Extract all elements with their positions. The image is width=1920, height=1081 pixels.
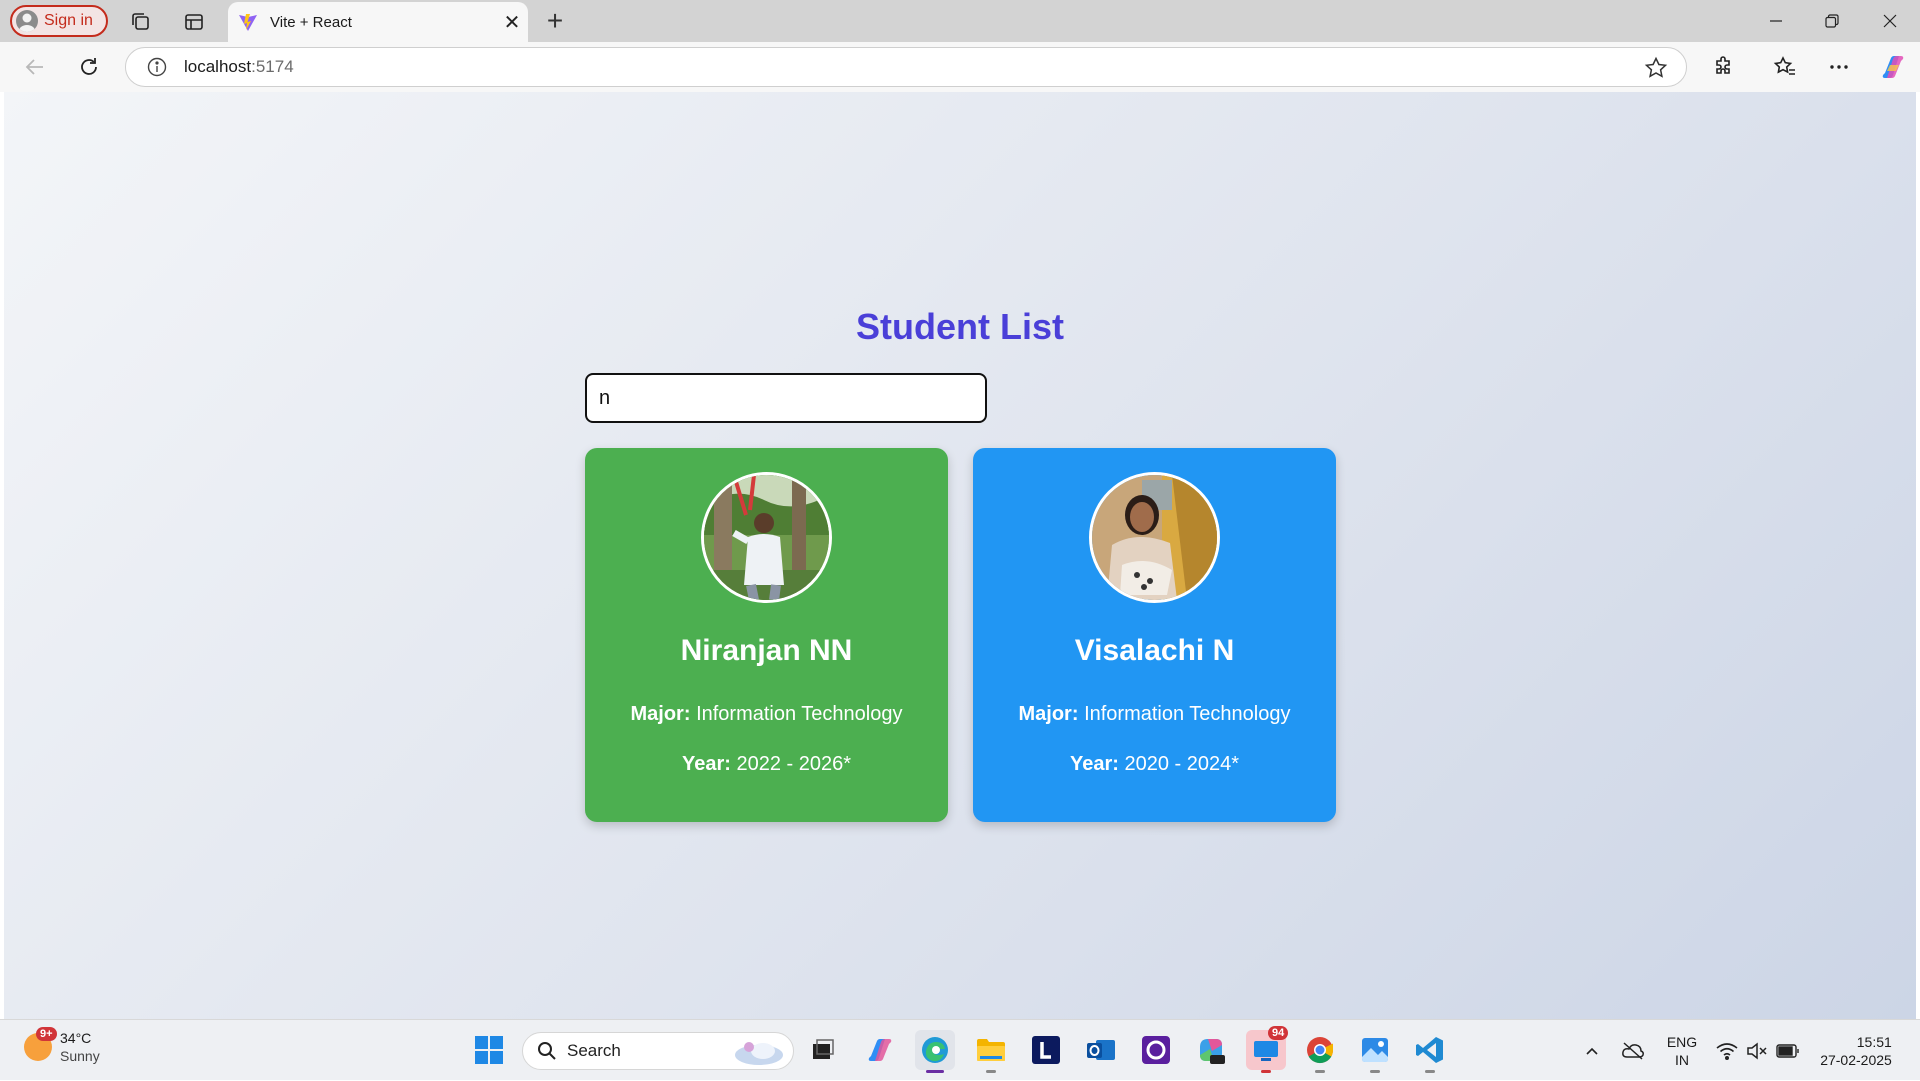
microsoft-365-icon[interactable] — [1191, 1030, 1231, 1070]
student-name: Visalachi N — [1074, 634, 1235, 667]
student-search-input[interactable] — [585, 373, 987, 423]
weather-badge: 9+ — [36, 1027, 57, 1041]
extensions-icon[interactable] — [1707, 50, 1741, 84]
input-language-indicator[interactable]: ENG IN — [1662, 1020, 1702, 1081]
new-tab-icon[interactable]: + — [540, 5, 570, 36]
copilot-icon[interactable] — [1876, 50, 1910, 84]
temperature: 34°C — [60, 1030, 92, 1046]
tab-actions-icon[interactable] — [180, 8, 208, 36]
outlook-icon[interactable] — [1081, 1030, 1121, 1070]
more-options-icon[interactable] — [1822, 50, 1856, 84]
address-bar[interactable]: localhost:5174 — [125, 47, 1687, 87]
tab-vite-react[interactable]: Vite + React ✕ — [228, 2, 528, 42]
student-card: Visalachi N Major: Information Technolog… — [973, 448, 1336, 822]
favorites-icon[interactable] — [1768, 50, 1802, 84]
close-window-icon[interactable] — [1862, 0, 1918, 42]
start-windows-icon[interactable] — [469, 1030, 509, 1070]
close-tab-icon[interactable]: ✕ — [496, 6, 528, 38]
running-app-indicator — [1315, 1070, 1325, 1073]
active-app-indicator — [926, 1070, 944, 1073]
file-explorer-icon[interactable] — [971, 1030, 1011, 1073]
task-view-icon[interactable] — [803, 1030, 843, 1070]
battery-icon[interactable] — [1774, 1020, 1802, 1081]
browser-tab-strip: Sign in Vite + React ✕ + — [0, 0, 1920, 42]
notification-badge: 94 — [1268, 1026, 1289, 1040]
clock[interactable]: 15:51 27-02-2025 — [1812, 1020, 1900, 1081]
date: 27-02-2025 — [1820, 1051, 1892, 1068]
vite-logo-icon — [239, 14, 257, 31]
remote-desktop-icon[interactable]: 94 — [1246, 1026, 1289, 1073]
language-code: ENG — [1666, 1033, 1698, 1050]
running-app-indicator — [1370, 1070, 1380, 1073]
photos-app-icon[interactable] — [1355, 1030, 1395, 1073]
profile-icon — [16, 10, 38, 32]
chrome-icon[interactable] — [1300, 1030, 1340, 1073]
windows-taskbar: 9+ 34°C Sunny Search 94 ENG IN 15:51 27-… — [0, 1019, 1920, 1080]
site-info-icon[interactable] — [146, 56, 168, 78]
restore-icon[interactable] — [1804, 0, 1860, 42]
workspaces-icon[interactable] — [127, 8, 155, 36]
sign-in-button[interactable]: Sign in — [10, 5, 108, 37]
back-arrow-icon[interactable] — [18, 50, 52, 84]
refresh-icon[interactable] — [72, 50, 106, 84]
search-highlight-icon — [735, 1042, 783, 1065]
vscode-icon[interactable] — [1410, 1030, 1450, 1073]
year-value: 2020 - 2024* — [1124, 753, 1240, 775]
edge-browser-icon[interactable] — [915, 1030, 955, 1073]
major-label: Major: — [630, 703, 691, 725]
page-title: Student List — [856, 306, 1064, 347]
sign-in-label: Sign in — [44, 12, 93, 29]
wifi-icon[interactable] — [1714, 1020, 1740, 1081]
region-code: IN — [1675, 1051, 1689, 1068]
l-app-icon[interactable] — [1026, 1030, 1066, 1070]
tab-title: Vite + React — [270, 13, 352, 31]
student-photo-avatar — [1089, 472, 1220, 603]
running-app-indicator — [1425, 1070, 1435, 1073]
year-label: Year: — [681, 753, 731, 775]
favorite-star-icon[interactable] — [1644, 56, 1668, 80]
onedrive-offline-icon[interactable] — [1618, 1020, 1648, 1081]
year-value: 2022 - 2026* — [736, 753, 852, 775]
cortana-circle-icon[interactable] — [1136, 1030, 1176, 1070]
time: 15:51 — [1856, 1033, 1892, 1050]
running-app-indicator — [986, 1070, 996, 1073]
taskbar-search-label: Search — [567, 1041, 621, 1060]
weather-sun-icon: 9+ — [24, 1027, 57, 1061]
year-label: Year: — [1069, 753, 1119, 775]
student-year: Year: 2022 - 2026* — [585, 753, 948, 776]
show-hidden-icons-chevron-icon[interactable] — [1578, 1020, 1606, 1081]
student-card: Niranjan NN Major: Information Technolog… — [585, 448, 948, 822]
copilot-app-icon[interactable] — [860, 1030, 900, 1070]
url-host: localhost — [184, 57, 252, 76]
taskbar-search-box[interactable]: Search — [522, 1032, 794, 1070]
student-photo-avatar — [701, 472, 832, 603]
student-year: Year: 2020 - 2024* — [973, 753, 1336, 776]
major-value: Information Technology — [1084, 703, 1291, 725]
running-app-indicator — [1261, 1070, 1271, 1073]
page-viewport: Student List Niranjan NN Major: Informat… — [4, 92, 1916, 1019]
student-major: Major: Information Technology — [973, 703, 1336, 726]
weather-widget[interactable]: 9+ 34°C Sunny — [24, 1027, 100, 1065]
search-icon — [538, 1042, 556, 1060]
major-value: Information Technology — [696, 703, 903, 725]
student-name: Niranjan NN — [680, 634, 853, 667]
browser-toolbar: localhost:5174 — [0, 42, 1920, 92]
url-port: :5174 — [251, 57, 294, 76]
volume-muted-icon[interactable] — [1744, 1020, 1770, 1081]
major-label: Major: — [1018, 703, 1079, 725]
weather-condition: Sunny — [60, 1048, 100, 1064]
minimize-icon[interactable] — [1748, 0, 1804, 42]
student-major: Major: Information Technology — [585, 703, 948, 726]
